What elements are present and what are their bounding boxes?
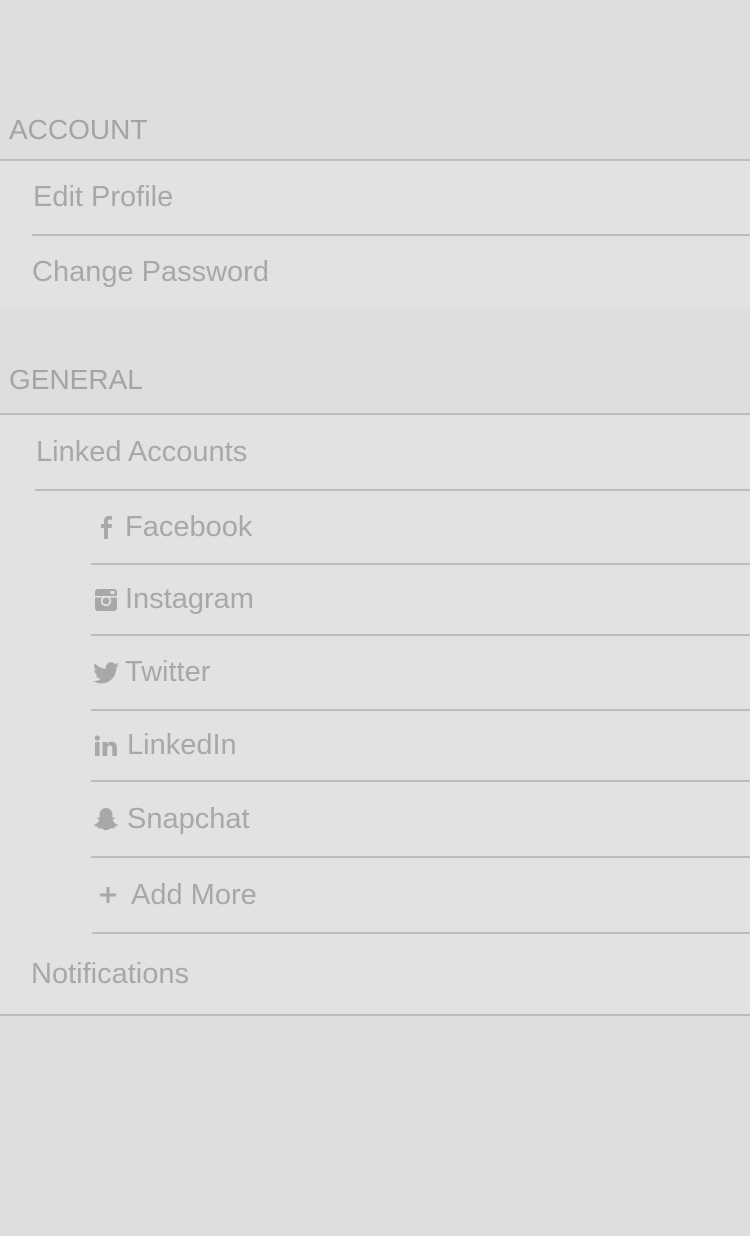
linkedin-label: LinkedIn [127, 729, 237, 761]
snapchat-icon [93, 806, 119, 832]
instagram-icon [93, 587, 119, 613]
add-more-row[interactable]: Add More [92, 858, 750, 934]
add-more-label: Add More [131, 878, 257, 911]
linkedin-icon [93, 733, 119, 759]
linked-account-snapchat[interactable]: Snapchat [91, 782, 750, 858]
general-header-label: GENERAL [9, 364, 143, 395]
twitter-label: Twitter [125, 656, 211, 688]
linked-accounts-row[interactable]: Linked Accounts [35, 415, 750, 491]
change-password-label: Change Password [32, 256, 269, 288]
twitter-icon [93, 660, 119, 686]
instagram-label: Instagram [125, 583, 254, 615]
edit-profile-label: Edit Profile [33, 181, 174, 213]
linked-account-facebook[interactable]: Facebook [91, 491, 750, 565]
linked-accounts-label: Linked Accounts [36, 435, 248, 468]
general-group: Linked Accounts Facebook Instagram Twitt… [0, 413, 750, 1016]
linked-account-instagram[interactable]: Instagram [91, 565, 750, 636]
facebook-icon [93, 514, 119, 540]
account-section-header: ACCOUNT [0, 0, 750, 160]
general-section-header: GENERAL [0, 309, 750, 413]
linked-account-linkedin[interactable]: LinkedIn [91, 711, 750, 782]
snapchat-label: Snapchat [127, 802, 250, 835]
account-group: Edit Profile Change Password [0, 159, 750, 311]
notifications-label: Notifications [31, 957, 189, 990]
edit-profile-row[interactable]: Edit Profile [32, 161, 750, 236]
change-password-row[interactable]: Change Password [32, 236, 750, 309]
account-header-label: ACCOUNT [9, 114, 148, 145]
plus-icon [95, 882, 121, 908]
facebook-label: Facebook [125, 510, 253, 543]
notifications-row[interactable]: Notifications [30, 934, 750, 1014]
linked-account-twitter[interactable]: Twitter [91, 636, 750, 711]
